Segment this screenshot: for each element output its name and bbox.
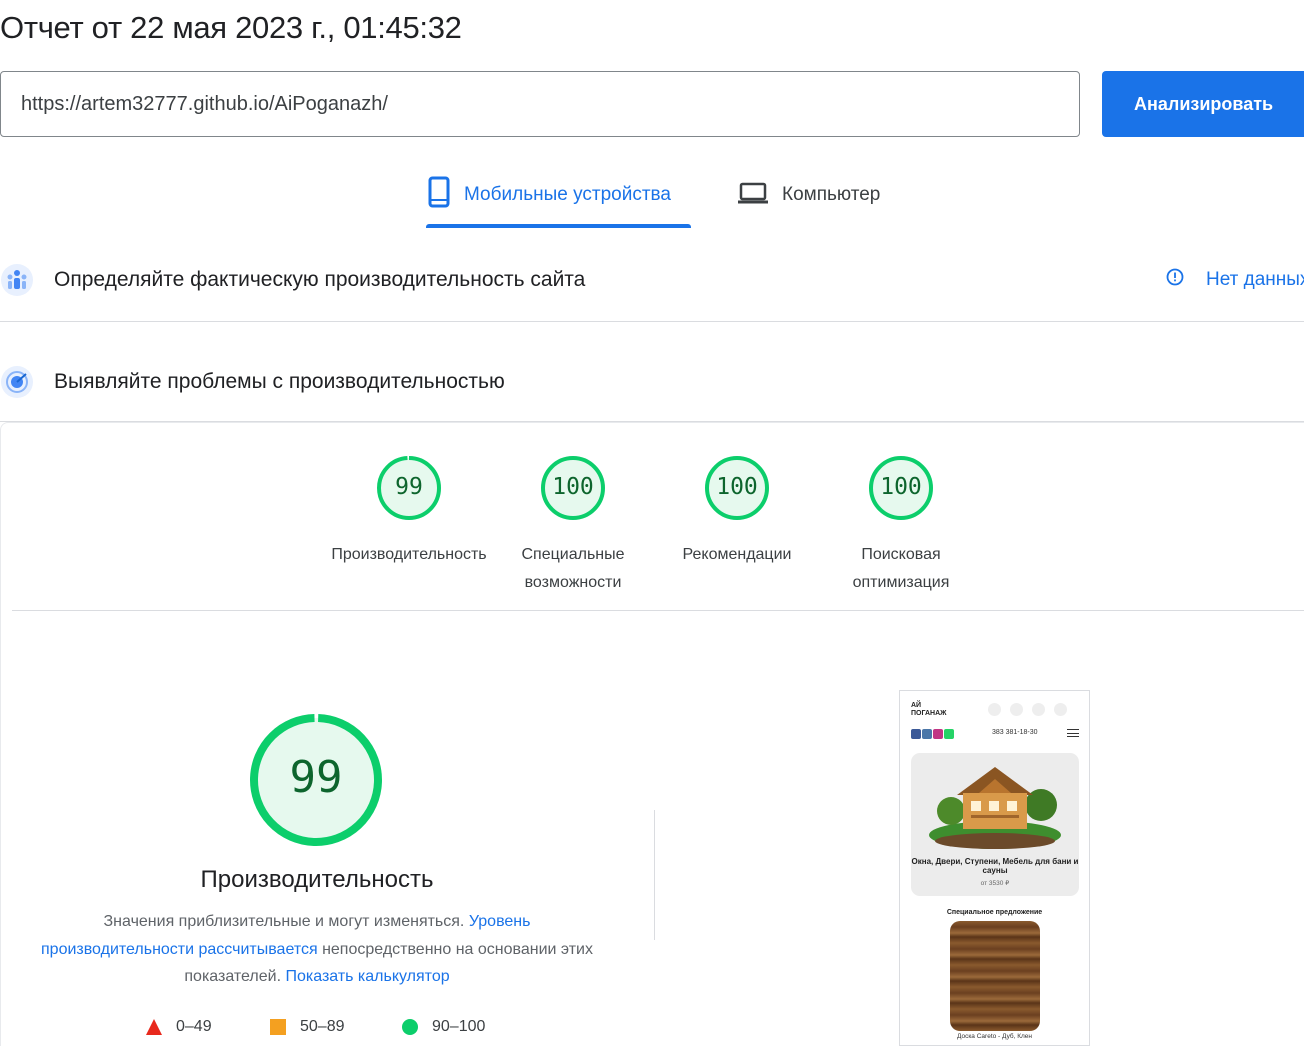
site-hero: Окна, Двери, Ступени, Мебель для бани и …: [911, 753, 1079, 896]
search-icon: [988, 703, 1001, 716]
pass-circle-icon: [402, 1019, 418, 1035]
show-calculator-link[interactable]: Показать калькулятор: [285, 968, 449, 985]
lab-data-section[interactable]: Выявляйте проблемы с производительностью: [0, 322, 1304, 422]
vk-icon: [922, 729, 932, 739]
diagnose-icon: [0, 365, 34, 399]
gauge-label: Поисковая оптимизация: [852, 546, 950, 591]
hamburger-icon: [1067, 729, 1079, 740]
gauge-score: 100: [716, 474, 758, 500]
gauge-label: Рекомендации: [682, 546, 792, 563]
site-phone: 383 381-18-30: [992, 729, 1038, 736]
divider: [12, 610, 1304, 611]
whatsapp-icon: [944, 729, 954, 739]
no-data-status[interactable]: Нет данных: [1166, 268, 1304, 292]
hero-text: Окна, Двери, Ступени, Мебель для бани и …: [911, 857, 1079, 875]
page-screenshot: АЙ ПОГАНАЖ 383 381-18-30 Окна, Двери, Сту…: [899, 690, 1090, 1046]
tab-mobile[interactable]: Мобильные устройства: [428, 176, 671, 228]
gauge-best-practices[interactable]: 100 Рекомендации: [666, 455, 808, 585]
legend-average: 50–89: [270, 1018, 345, 1036]
wood-board-image: [950, 921, 1040, 1031]
vertical-divider: [654, 810, 655, 940]
laptop-icon: [738, 182, 768, 210]
field-data-icon: [0, 263, 34, 297]
performance-description: Значения приблизительные и могут изменят…: [30, 908, 604, 991]
house-image: [929, 767, 1061, 849]
product-caption: Доска Careto - Дуб, Клен: [956, 1033, 1033, 1040]
legend-fail: 0–49: [146, 1018, 212, 1036]
tab-desktop-label: Компьютер: [782, 184, 881, 205]
legend-range: 90–100: [432, 1018, 486, 1035]
user-icon: [1032, 703, 1045, 716]
offer-title: Специальное предложение: [946, 909, 1043, 916]
gauge-label: Производительность: [331, 546, 487, 563]
legend-range: 50–89: [300, 1018, 345, 1035]
gauge-seo[interactable]: 100 Поисковая оптимизация: [830, 455, 972, 591]
hero-price: от 3530 ₽: [980, 880, 1010, 887]
legend-pass: 90–100: [402, 1018, 485, 1036]
gauge-label: Специальные возможности: [521, 546, 625, 591]
tab-mobile-label: Мобильные устройства: [464, 184, 671, 205]
cart-icon: [1010, 703, 1023, 716]
tab-desktop[interactable]: Компьютер: [738, 176, 880, 228]
report-title: Отчет от 22 мая 2023 г., 01:45:32: [0, 10, 462, 45]
performance-score-large: 99: [289, 752, 343, 803]
no-data-label: Нет данных: [1206, 269, 1304, 290]
field-data-section[interactable]: Определяйте фактическую производительнос…: [0, 222, 1304, 322]
instagram-icon: [933, 729, 943, 739]
smartphone-icon: [428, 176, 450, 214]
info-icon: [1166, 268, 1184, 292]
performance-title: Производительность: [200, 866, 434, 893]
analyze-button[interactable]: Анализировать: [1102, 71, 1304, 137]
desc-text: Значения приблизительные и могут изменят…: [103, 913, 469, 930]
site-logo-line: АЙ: [911, 702, 922, 709]
field-data-title: Определяйте фактическую производительнос…: [54, 268, 586, 291]
url-input[interactable]: [0, 71, 1080, 137]
facebook-icon: [911, 729, 921, 739]
gauge-performance[interactable]: 99 Производительность: [318, 455, 500, 585]
site-header-icons: [988, 703, 1067, 716]
gauge-accessibility[interactable]: 100 Специальные возможности: [492, 455, 654, 591]
fail-triangle-icon: [146, 1019, 162, 1035]
settings-icon: [1054, 703, 1067, 716]
legend-range: 0–49: [176, 1018, 212, 1035]
gauge-score: 100: [552, 474, 594, 500]
gauge-score: 99: [395, 474, 423, 500]
site-logo-line: ПОГАНАЖ: [911, 710, 947, 717]
lab-data-title: Выявляйте проблемы с производительностью: [54, 370, 505, 393]
site-logo: АЙ ПОГАНАЖ: [911, 702, 947, 718]
social-icons: [911, 729, 954, 739]
average-square-icon: [270, 1019, 286, 1035]
gauge-score: 100: [880, 474, 922, 500]
